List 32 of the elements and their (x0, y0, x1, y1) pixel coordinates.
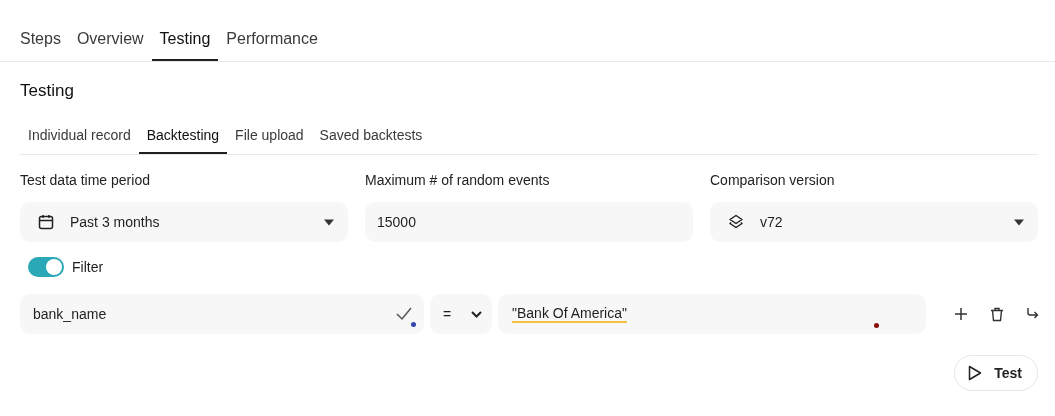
tab[interactable]: Overview (68, 18, 152, 61)
add-icon[interactable] (954, 306, 968, 322)
play-icon (968, 365, 983, 381)
field-label: Maximum # of random events (365, 172, 551, 190)
layers-icon (727, 213, 745, 231)
tab[interactable]: Steps (12, 18, 69, 61)
test-button[interactable]: Test (954, 355, 1038, 391)
input-field[interactable]: "Bank Of America" (498, 294, 926, 334)
tab[interactable]: Individual record (20, 118, 139, 154)
input-field[interactable]: 15000 (365, 202, 693, 242)
indicator-dot (874, 323, 879, 328)
trash-icon[interactable] (990, 306, 1004, 322)
caret-icon (1013, 218, 1025, 226)
section-title: Testing (20, 81, 75, 102)
toggle-switch[interactable] (28, 257, 64, 277)
tab[interactable]: File upload (227, 118, 312, 154)
dropdown[interactable]: Past 3 months (20, 202, 348, 242)
tab[interactable]: Backtesting (138, 118, 228, 154)
indicator-dot (411, 322, 416, 327)
calendar-icon (37, 213, 55, 231)
chevron-icon (471, 310, 482, 318)
tab[interactable]: Testing (151, 18, 219, 61)
check-icon (396, 307, 414, 321)
toggle-label: Filter (72, 259, 104, 275)
dropdown[interactable]: v72 (710, 202, 1038, 242)
tab[interactable]: Performance (218, 18, 326, 61)
dropdown[interactable]: = (430, 294, 492, 334)
caret-icon (323, 218, 335, 226)
field-label: Comparison version (710, 172, 836, 190)
tab[interactable]: Saved backtests (311, 118, 431, 154)
input-field[interactable]: bank_name (20, 294, 424, 334)
field-label: Test data time period (20, 172, 151, 190)
